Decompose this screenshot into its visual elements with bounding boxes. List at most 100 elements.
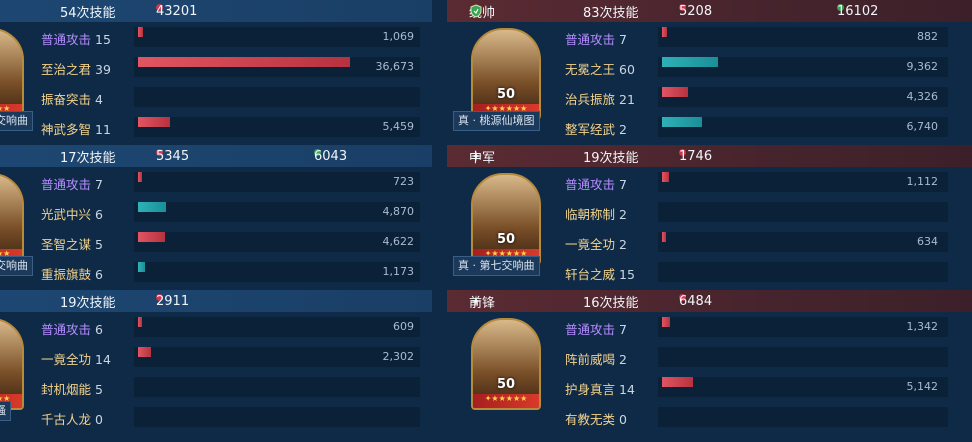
skill-row: 普通攻击 7 882 [447,22,972,52]
skill-label: 普通攻击 15 [41,29,111,48]
skill-row: 普通攻击 7 1,112 [447,167,972,197]
damage-bar-track [134,317,420,337]
skill-count-value: 0 [619,412,627,427]
skill-row: 圣智之谋 5 4,622 [0,227,432,257]
damage-value: 609 [393,320,414,333]
skill-count-value: 7 [619,32,627,47]
skill-label: 有教无类 0 [565,409,627,428]
damage-value: 1,342 [906,320,939,333]
skill-label: 至治之君 39 [41,59,111,78]
skill-label: 千古人龙 0 [41,409,103,428]
damage-bar-track [658,317,948,337]
red-stat-value: 43201 [156,4,198,19]
skill-count-value: 7 [95,177,103,192]
skill-name: 至治之君 [41,62,92,77]
skill-count-value: 5 [95,237,103,252]
skill-name: 普通攻击 [565,322,616,337]
skill-label: 普通攻击 6 [41,319,103,338]
skill-label: 治兵振旅 21 [565,89,635,108]
damage-value: 4,622 [382,235,415,248]
red-stat-value: 6484 [679,294,713,309]
damage-bar [662,377,693,387]
skill-row: 临朝称制 2 [447,197,972,227]
skill-name: 一竟全功 [565,237,616,252]
skill-count-value: 15 [619,267,635,282]
skill-name: 普通攻击 [41,322,92,337]
damage-value: 4,870 [382,205,415,218]
skill-row: 治兵振旅 21 4,326 [447,82,972,112]
skill-label: 重振旗鼓 6 [41,264,103,283]
skill-count-value: 6 [95,207,103,222]
damage-bar-track [134,117,420,137]
skill-count-value: 14 [619,382,635,397]
damage-value: 9,362 [906,60,939,73]
damage-bar-track [134,407,420,427]
skill-count: 54次技能 [60,6,116,21]
skill-label: 阵前威喝 2 [565,349,627,368]
damage-bar-track [658,172,948,192]
left-battle-stats-panel: 54次技能43201✦★★★★★交响曲普通攻击 151,069至治之君 3936… [0,0,432,442]
skill-label: 普通攻击 7 [565,174,627,193]
skill-label: 普通攻击 7 [565,29,627,48]
damage-value: 1,173 [382,265,415,278]
damage-bar [662,117,702,127]
skill-count-value: 5 [95,382,103,397]
skill-count-value: 21 [619,92,635,107]
skill-label: 圣智之谋 5 [41,234,103,253]
skill-row: 重振旗鼓 6 1,173 [0,257,432,287]
right-battle-stats-panel: 统帅 83次技能 5208 16102 50 ✦★★★★★ 真 · 桃源仙境图 普通攻击 78… [447,0,972,442]
skill-name: 神武多智 [41,122,92,137]
red-stat-value: 2911 [156,294,190,309]
skill-count-value: 2 [619,207,627,222]
hero-block: 19次技能2911✦★★★★★骚普通攻击 6609一竟全功 142,302封机烟… [0,290,432,436]
skill-name: 振奋突击 [41,92,92,107]
skill-row: 一竟全功 2 634 [447,227,972,257]
skill-label: 整军经武 2 [565,119,627,138]
damage-bar-track [658,232,948,252]
skill-count-value: 6 [95,267,103,282]
skill-label: 轩台之威 15 [565,264,635,283]
skill-name: 无冕之王 [565,62,616,77]
skill-name: 有教无类 [565,412,616,427]
skill-name: 临朝称制 [565,207,616,222]
hero-header: 19次技能 2911 [0,290,432,312]
damage-value: 882 [917,30,938,43]
skill-name: 普通攻击 [41,32,92,47]
role-label: 中军 [469,147,495,166]
skill-count-value: 6 [95,322,103,337]
damage-bar [662,87,688,97]
hero-header: 中军 19次技能 1746 [447,145,972,167]
damage-value: 634 [917,235,938,248]
skill-count-value: 2 [619,237,627,252]
skill-row: 振奋突击 4 [0,82,432,112]
skill-name: 治兵振旅 [565,92,616,107]
damage-value: 1,112 [906,175,939,188]
hero-header: 统帅 83次技能 5208 16102 [447,0,972,22]
skill-row: 无冕之王 60 9,362 [447,52,972,82]
skill-row: 光武中兴 6 4,870 [0,197,432,227]
damage-value: 1,069 [382,30,415,43]
skill-name: 阵前威喝 [565,352,616,367]
skill-name: 千古人龙 [41,412,92,427]
hero-block: 中军 19次技能 1746 50 ✦★★★★★ 真 · 第七交响曲 普通攻击 7 1,112 临… [447,145,972,291]
red-stat-value: 1746 [679,149,713,164]
damage-value: 5,459 [382,120,415,133]
sparkle-icon [469,149,483,163]
damage-bar-track [134,202,420,222]
green-stat-value: 16102 [837,4,879,19]
damage-bar [138,262,145,272]
skill-count-value: 14 [95,352,111,367]
damage-bar [138,172,142,182]
skill-count-value: 7 [619,322,627,337]
damage-bar-track [658,377,948,397]
skill-label: 无冕之王 60 [565,59,635,78]
hero-header: 前锋 16次技能 6484 [447,290,972,312]
damage-bar [662,232,666,242]
skill-count-value: 60 [619,62,635,77]
skill-row: 轩台之威 15 [447,257,972,287]
skill-count: 83次技能 [583,6,639,21]
skill-count-value: 2 [619,352,627,367]
skill-row: 阵前威喝 2 [447,342,972,372]
skill-name: 一竟全功 [41,352,92,367]
damage-bar-track [134,172,420,192]
